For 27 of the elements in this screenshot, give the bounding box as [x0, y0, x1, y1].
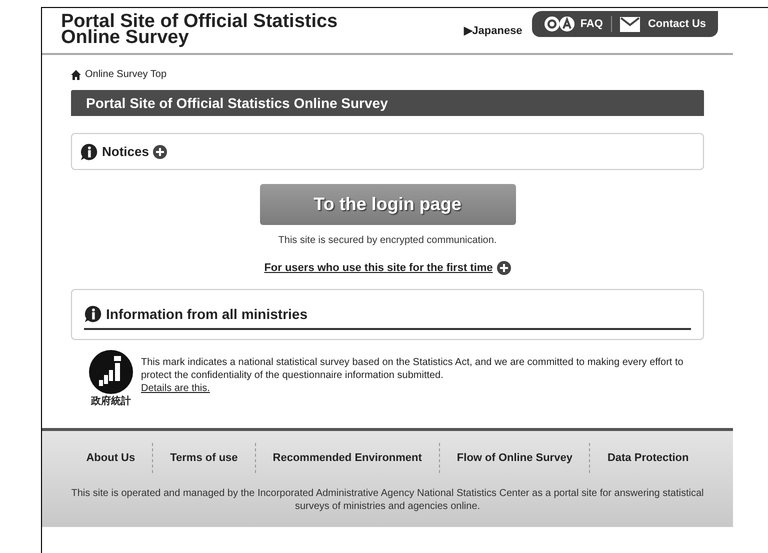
mail-icon	[620, 16, 640, 32]
footer-link[interactable]: Flow of Online Survey	[438, 442, 590, 473]
mark-caption: 政府統計	[91, 396, 131, 408]
notices-title: Notices	[102, 142, 149, 161]
footer-link[interactable]: Terms of use	[152, 442, 255, 473]
language-link[interactable]: ▶Japanese	[464, 23, 522, 40]
footer-link[interactable]: About Us	[69, 442, 152, 473]
security-note: This site is secured by encrypted communication.	[278, 234, 497, 248]
faq-link[interactable]: FAQ	[544, 16, 612, 32]
mark-description: This mark indicates a national statistical survey based on the Statistics Act, and we are committed to making every effort to protect the confidentiality of the questionnaire information submitted.	[141, 356, 684, 382]
info-icon	[84, 305, 102, 323]
ministries-title: Information from all ministries	[106, 304, 308, 324]
site-title[interactable]: Portal Site of Official Statistics Online Survey	[61, 8, 338, 46]
page-title: Portal Site of Official Statistics Online Survey	[71, 90, 704, 116]
plus-icon[interactable]	[152, 144, 167, 158]
details-link[interactable]: Details are this.	[141, 382, 210, 394]
first-time-link[interactable]: For users who use this site for the first time	[264, 260, 493, 276]
footer-link[interactable]: Data Protection	[589, 442, 706, 473]
qa-icon	[544, 16, 576, 32]
footer-link[interactable]: Recommended Environment	[254, 442, 439, 473]
breadcrumb-link[interactable]: Online Survey Top	[71, 67, 704, 82]
info-icon	[80, 142, 98, 160]
plus-icon[interactable]	[496, 261, 511, 276]
home-icon	[71, 70, 81, 80]
contact-link[interactable]: Contact Us	[612, 16, 706, 32]
statistics-mark-icon	[89, 350, 133, 394]
footer-note: This site is operated and managed by the Incorporated Administrative Agency National Statistics Center as a portal site for answering statistical surveys of ministries and agencies online.	[70, 487, 705, 513]
